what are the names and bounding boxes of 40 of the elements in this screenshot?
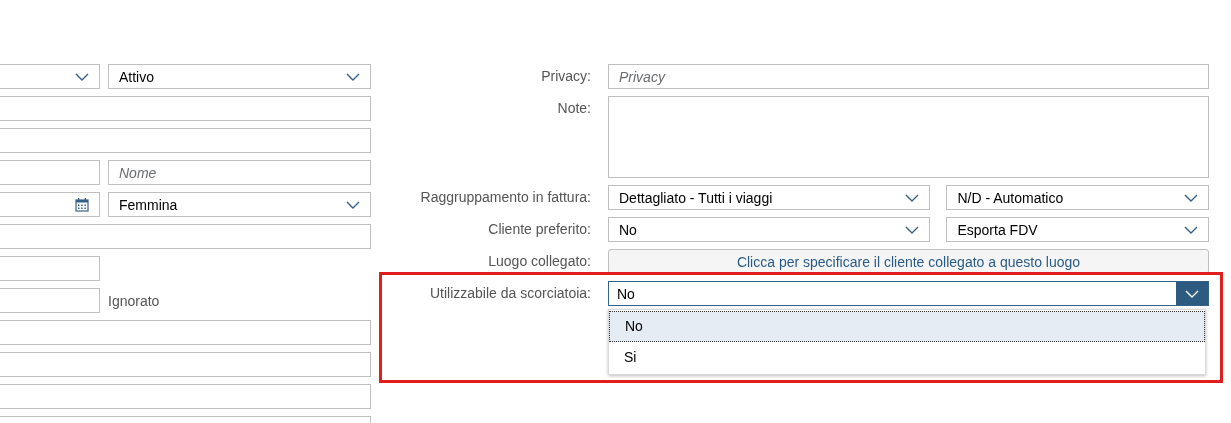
chevron-down-icon[interactable] xyxy=(1184,193,1198,202)
dropdown-field[interactable]: Femmina xyxy=(108,192,371,217)
text-area[interactable] xyxy=(608,96,1209,178)
input-field[interactable] xyxy=(0,352,371,377)
field-label: Cliente preferito: xyxy=(487,220,591,239)
dropdown-field[interactable]: Attivo xyxy=(108,64,371,89)
date-field[interactable] xyxy=(0,192,100,217)
input-field[interactable] xyxy=(0,256,100,281)
input-field[interactable] xyxy=(0,384,371,409)
dropdown-field[interactable]: No xyxy=(608,281,1209,306)
input-field[interactable]: Nome xyxy=(108,160,371,185)
chevron-down-icon[interactable] xyxy=(905,225,920,234)
dropdown-field[interactable]: Esporta FDV xyxy=(946,217,1209,242)
input-field[interactable] xyxy=(0,288,100,313)
field-label: Raggruppamento in fattura: xyxy=(419,188,591,207)
input-field[interactable] xyxy=(0,128,371,153)
input-field[interactable] xyxy=(0,224,371,249)
dropdown-option[interactable]: Si xyxy=(609,342,1205,373)
input-field[interactable] xyxy=(0,96,371,121)
dropdown-field[interactable]: N/D - Automatico xyxy=(946,185,1209,210)
field-label: Luogo collegato: xyxy=(487,252,591,271)
input-field[interactable] xyxy=(0,160,100,185)
dropdown-field[interactable]: Dettagliato - Tutti i viaggi xyxy=(608,185,931,210)
chevron-down-icon[interactable] xyxy=(346,200,360,209)
calendar-icon[interactable] xyxy=(75,197,89,212)
field-label: Utilizzabile da scorciatoia: xyxy=(428,284,591,303)
chevron-down-icon[interactable] xyxy=(1184,225,1198,234)
dropdown-button[interactable] xyxy=(1176,282,1208,305)
chevron-down-icon[interactable] xyxy=(346,72,360,81)
input-field[interactable] xyxy=(0,320,371,345)
input-field[interactable]: Privacy xyxy=(608,64,1209,89)
chevron-down-icon[interactable] xyxy=(75,72,89,81)
dropdown-field[interactable]: No xyxy=(608,217,931,242)
chevron-down-icon[interactable] xyxy=(905,193,920,202)
field-note: Ignorato xyxy=(108,292,160,309)
link-button[interactable]: Clicca per specificare il cliente collegato a questo luogo xyxy=(608,249,1209,274)
dropdown-option[interactable]: No xyxy=(609,311,1205,342)
field-label: Privacy: xyxy=(540,67,591,86)
field-label: Note: xyxy=(556,99,591,118)
dropdown-field[interactable] xyxy=(0,64,100,89)
